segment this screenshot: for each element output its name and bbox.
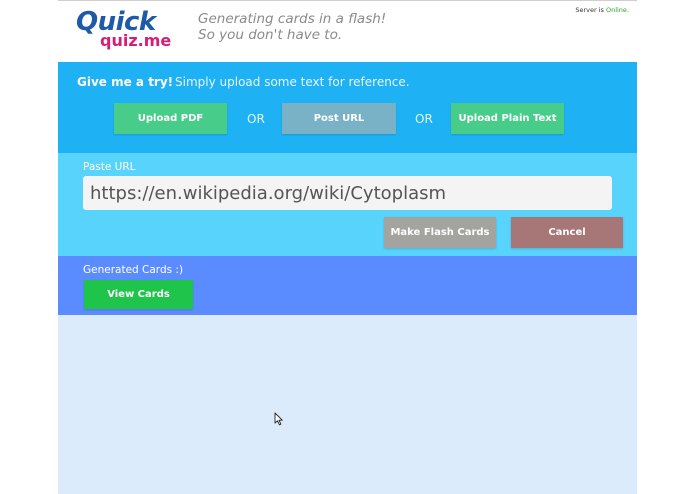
tagline-line1: Generating cards in a flash! [198,11,387,27]
logo[interactable]: Quick quiz.me [76,7,176,55]
logo-quizme: quiz.me [100,31,172,50]
generated-cards-label: Generated Cards :) [83,264,184,276]
server-status-prefix: Server is [575,6,606,14]
mouse-pointer-icon [274,412,283,426]
or-separator-2: OR [415,112,433,126]
url-section: Paste URL Make Flash Cards Cancel [58,153,637,256]
upload-plain-text-button[interactable]: Upload Plain Text [451,103,564,134]
make-flash-cards-button[interactable]: Make Flash Cards [384,217,496,248]
app-page: Quick quiz.me Generating cards in a flas… [58,0,637,494]
generated-cards-section: Generated Cards :) View Cards [58,256,637,315]
url-input[interactable] [83,176,612,210]
paste-url-label: Paste URL [83,161,136,173]
server-status-value: Online. [605,6,629,14]
try-subtitle: Simply upload some text for reference. [175,75,410,89]
post-url-button[interactable]: Post URL [282,103,396,134]
tagline-line2: So you don't have to. [198,27,343,43]
upload-section: Give me a try! Simply upload some text f… [58,62,637,153]
tagline: Generating cards in a flash! So you don'… [198,11,386,43]
upload-pdf-button[interactable]: Upload PDF [114,103,227,134]
cancel-button[interactable]: Cancel [511,217,623,248]
or-separator-1: OR [247,112,265,126]
server-status: Server is Online. [575,6,629,14]
try-title: Give me a try! [77,75,174,89]
view-cards-button[interactable]: View Cards [84,280,193,309]
header: Quick quiz.me Generating cards in a flas… [58,0,637,63]
